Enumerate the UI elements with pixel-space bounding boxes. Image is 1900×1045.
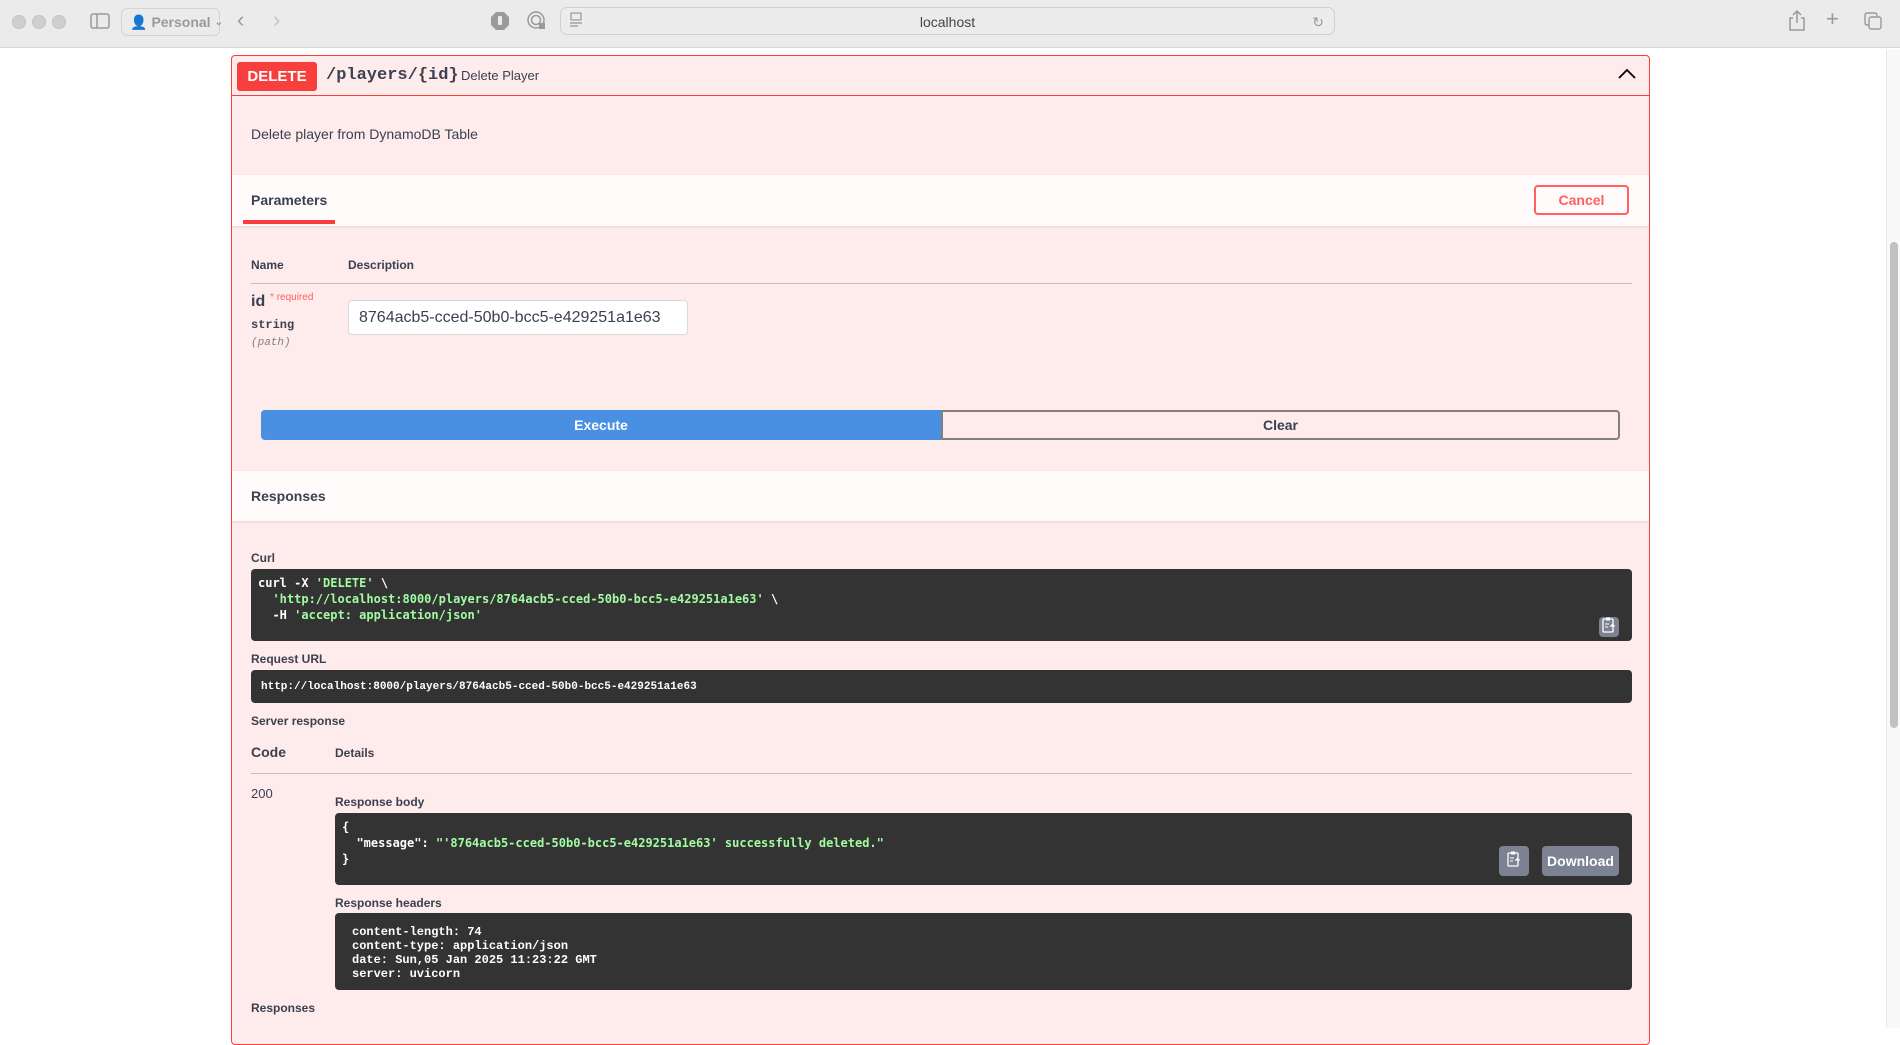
response-code: 200 bbox=[251, 786, 273, 801]
table-divider bbox=[251, 283, 1632, 284]
reload-icon[interactable]: ↻ bbox=[1312, 12, 1324, 32]
tab-overview-icon[interactable] bbox=[1864, 12, 1882, 34]
response-body-label: Response body bbox=[335, 795, 425, 809]
param-name: id bbox=[251, 293, 266, 310]
required-indicator: * required bbox=[270, 292, 313, 303]
json-open-brace: { bbox=[342, 820, 350, 834]
method-badge: DELETE bbox=[237, 62, 317, 91]
curl-header-value: 'accept: application/json' bbox=[294, 608, 482, 622]
operation-path: /players/{id} bbox=[326, 66, 459, 85]
profile-selector[interactable]: 👤 Personal ⌄ bbox=[121, 8, 223, 36]
chevron-up-icon[interactable] bbox=[1617, 66, 1637, 82]
close-window-button[interactable] bbox=[12, 15, 26, 29]
column-header-details: Details bbox=[335, 746, 375, 760]
response-header-line: date: Sun,05 Jan 2025 11:23:22 GMT bbox=[352, 953, 597, 967]
privacy-hand-icon[interactable] bbox=[490, 11, 510, 35]
responses-header: Responses bbox=[232, 471, 1649, 521]
profile-label: Personal bbox=[151, 14, 211, 30]
page-scrollbar[interactable] bbox=[1886, 49, 1900, 1028]
download-button[interactable]: Download bbox=[1542, 846, 1619, 876]
param-location: (path) bbox=[251, 337, 291, 349]
forward-button[interactable]: › bbox=[273, 9, 280, 31]
curl-label: Curl bbox=[251, 551, 275, 565]
curl-header-flag: -H bbox=[272, 608, 295, 622]
clipboard-icon bbox=[1507, 851, 1521, 872]
sidebar-toggle-icon[interactable] bbox=[90, 12, 110, 34]
tracker-lock-icon[interactable] bbox=[527, 11, 547, 35]
clipboard-icon bbox=[1602, 617, 1616, 638]
curl-continuation: \ bbox=[763, 592, 779, 606]
required-asterisk: * bbox=[270, 292, 274, 303]
response-body: { "message": "'8764acb5-cced-50b0-bcc5-e… bbox=[335, 813, 1632, 885]
response-headers-label: Response headers bbox=[335, 896, 442, 910]
response-table-divider bbox=[251, 773, 1632, 774]
json-value: "'8764acb5-cced-50b0-bcc5-e429251a1e63' … bbox=[435, 836, 884, 850]
curl-url: 'http://localhost:8000/players/8764acb5-… bbox=[272, 592, 764, 606]
operation-block-delete-player: DELETE /players/{id} Delete Player Delet… bbox=[231, 55, 1650, 1045]
tab-parameters[interactable]: Parameters bbox=[251, 192, 327, 208]
request-url-label: Request URL bbox=[251, 652, 327, 666]
scrollbar-thumb[interactable] bbox=[1890, 242, 1898, 728]
column-header-code: Code bbox=[251, 744, 286, 760]
operation-summary[interactable]: DELETE /players/{id} Delete Player bbox=[232, 56, 1649, 96]
active-tab-indicator bbox=[243, 220, 335, 224]
new-tab-icon[interactable]: + bbox=[1826, 8, 1839, 30]
execute-button[interactable]: Execute bbox=[261, 410, 941, 440]
json-close-brace: } bbox=[342, 852, 350, 866]
id-input[interactable] bbox=[348, 300, 688, 335]
copy-response-button[interactable] bbox=[1499, 846, 1529, 876]
operation-description: Delete player from DynamoDB Table bbox=[251, 126, 478, 142]
server-response-label: Server response bbox=[251, 714, 346, 728]
maximize-window-button[interactable] bbox=[52, 15, 66, 29]
column-header-description: Description bbox=[348, 258, 415, 272]
cancel-button[interactable]: Cancel bbox=[1534, 185, 1629, 215]
required-label: required bbox=[276, 292, 314, 303]
param-type: string bbox=[251, 318, 295, 332]
column-header-name: Name bbox=[251, 258, 284, 272]
response-header-line: content-length: 74 bbox=[352, 925, 482, 939]
parameters-header: Parameters Cancel bbox=[232, 175, 1649, 226]
back-button[interactable]: ‹ bbox=[237, 9, 244, 31]
response-header-line: server: uvicorn bbox=[352, 967, 461, 981]
json-separator: : bbox=[421, 836, 436, 850]
minimize-window-button[interactable] bbox=[32, 15, 46, 29]
address-bar[interactable]: localhost ↻ bbox=[560, 7, 1335, 35]
browser-toolbar: 👤 Personal ⌄ ‹ › localhost ↻ + bbox=[0, 0, 1900, 48]
response-headers: content-length: 74 content-type: applicat… bbox=[335, 913, 1632, 990]
response-header-line: content-type: application/json bbox=[352, 939, 569, 953]
curl-command: curl -X 'DELETE' \ 'http://localhost:800… bbox=[251, 569, 1632, 641]
share-icon[interactable] bbox=[1788, 9, 1806, 36]
chevron-down-icon: ⌄ bbox=[214, 16, 223, 28]
clear-button[interactable]: Clear bbox=[941, 410, 1620, 440]
json-key: "message" bbox=[356, 836, 422, 850]
responses-section-title: Responses bbox=[251, 1001, 316, 1015]
copy-curl-button[interactable] bbox=[1599, 617, 1619, 637]
responses-title: Responses bbox=[251, 488, 326, 504]
request-url-value: http://localhost:8000/players/8764acb5-c… bbox=[251, 670, 1632, 703]
curl-cmd: curl -X bbox=[258, 576, 316, 590]
url-text: localhost bbox=[919, 14, 976, 30]
operation-summary-text: Delete Player bbox=[461, 68, 540, 83]
person-icon: 👤 bbox=[130, 13, 148, 30]
curl-method: 'DELETE' bbox=[315, 576, 374, 590]
curl-continuation: \ bbox=[373, 576, 389, 590]
